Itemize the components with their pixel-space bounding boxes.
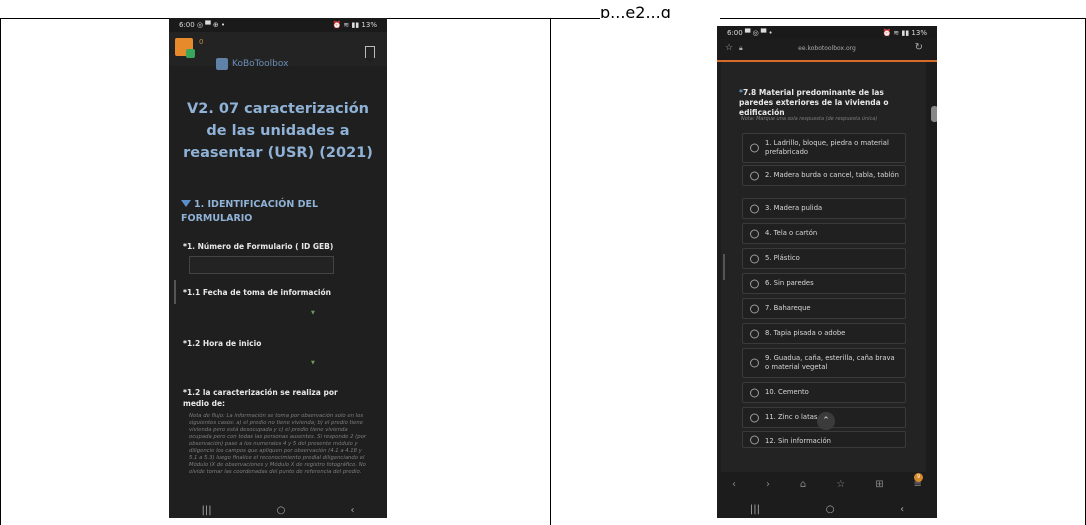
browser-url-bar[interactable]: ☆ 🔒︎ ee.kobotoolbox.org ↻ <box>717 39 937 59</box>
browser-bookmark-icon[interactable]: ☆ <box>836 479 845 490</box>
status-time: 6:00 <box>179 21 195 29</box>
pending-count: 0 <box>199 38 204 46</box>
radio-icon[interactable] <box>750 329 759 338</box>
form-title: V2. 07 caracterización de las unidades a… <box>183 101 373 161</box>
menu-badge: 9 <box>914 473 923 482</box>
status-time: 6:00 <box>727 29 743 37</box>
question-start-time: *1.2 Hora de inicio <box>183 339 262 348</box>
left-border <box>0 18 1 525</box>
option-4[interactable]: 4. Tela o cartón <box>742 223 906 244</box>
question-date: *1.1 Fecha de toma de información <box>183 288 331 297</box>
android-nav-bar: ||| ○ ‹ <box>717 501 937 517</box>
radio-icon[interactable] <box>750 358 759 368</box>
option-9[interactable]: 9. Guadua, caña, esterilla, caña brava o… <box>742 348 906 378</box>
phone-screen-wall-material: 6:00 ▀ ◎ ▀ • ⏰ ≋ ▮▮ 13% ☆ 🔒︎ ee.kobotool… <box>717 26 937 518</box>
home-icon[interactable]: ○ <box>277 505 286 516</box>
question-method: *1.2 la caracterización se realiza por m… <box>183 388 338 408</box>
back-icon[interactable]: ‹ <box>900 504 904 515</box>
url-text[interactable]: ee.kobotoolbox.org <box>798 45 856 52</box>
option-10[interactable]: 10. Cemento <box>742 382 906 403</box>
date-picker-arrow-icon[interactable]: ▼ <box>311 310 315 316</box>
option-7[interactable]: 7. Bahareque <box>742 298 906 319</box>
status-bar: 6:00 ▀ ◎ ▀ • ⏰ ≋ ▮▮ 13% <box>717 26 937 40</box>
browser-home-icon[interactable]: ⌂ <box>800 479 806 490</box>
browser-tabs-icon[interactable]: ⊞ <box>875 479 883 490</box>
kobo-logo-icon <box>216 58 228 70</box>
question-hint: Nota: Marque una sola respuesta (de resp… <box>741 116 878 122</box>
status-bar: 6:00 ◎ ▀ ⊕ • ⏰ ≋ ▮▮ 13% <box>169 18 387 32</box>
recent-apps-icon[interactable]: ||| <box>750 504 760 515</box>
radio-icon[interactable] <box>750 435 759 444</box>
option-1[interactable]: 1. Ladrillo, bloque, piedra o material p… <box>742 133 906 163</box>
option-6[interactable]: 6. Sin paredes <box>742 273 906 294</box>
collapse-triangle-icon[interactable] <box>181 200 191 207</box>
top-border-right <box>720 18 1086 19</box>
browser-toolbar: ‹ › ⌂ ☆ ⊞ ≡ 9 <box>717 472 937 496</box>
section-title: 1. IDENTIFICACIÓN DEL FORMULARIO <box>181 199 319 224</box>
system-status-icons: ⏰ ≋ ▮▮ 13% <box>332 21 377 29</box>
radio-icon[interactable] <box>750 388 759 397</box>
kobo-logo: KoBoToolbox <box>216 58 288 70</box>
star-icon[interactable]: ☆ <box>725 43 733 53</box>
focus-marker <box>174 280 176 304</box>
browser-back-icon[interactable]: ‹ <box>732 479 736 490</box>
option-12[interactable]: 12. Sin información <box>742 431 906 448</box>
question-form-number: *1. Número de Formulario ( ID GEB) <box>183 242 334 251</box>
scroll-up-icon[interactable]: ⌃ <box>817 412 835 430</box>
focus-marker <box>723 254 725 280</box>
system-status-icons: ⏰ ≋ ▮▮ 13% <box>882 29 927 37</box>
option-8[interactable]: 8. Tapia pisada o adobe <box>742 323 906 344</box>
radio-icon[interactable] <box>750 229 759 238</box>
back-icon[interactable]: ‹ <box>350 505 354 516</box>
section-header[interactable]: 1. IDENTIFICACIÓN DEL FORMULARIO <box>181 198 371 226</box>
flow-note: Nota de flujo: La información se toma po… <box>189 413 367 475</box>
radio-icon[interactable] <box>750 304 759 313</box>
bookmark-icon[interactable] <box>365 46 375 63</box>
radio-icon[interactable] <box>750 254 759 263</box>
radio-icon[interactable] <box>750 171 759 180</box>
logo-text: KoBoToolbox <box>232 59 289 69</box>
radio-icon[interactable] <box>750 204 759 213</box>
scrollbar-thumb[interactable] <box>931 106 937 122</box>
option-3[interactable]: 3. Madera pulida <box>742 198 906 219</box>
notification-icons: ▀ ◎ ▀ • <box>744 29 773 37</box>
home-icon[interactable]: ○ <box>826 504 835 515</box>
notification-icons: ◎ ▀ ⊕ • <box>196 21 226 29</box>
lock-icon: 🔒︎ <box>739 44 743 52</box>
radio-icon[interactable] <box>750 413 759 422</box>
radio-icon[interactable] <box>750 279 759 288</box>
cropped-header-text: p...e2...g <box>600 3 671 18</box>
radio-icon[interactable] <box>750 143 759 153</box>
center-divider <box>550 18 551 525</box>
question-wall-material: *7.8 Material predominante de las parede… <box>739 88 889 117</box>
option-5[interactable]: 5. Plástico <box>742 248 906 269</box>
reload-icon[interactable]: ↻ <box>915 42 923 53</box>
phone-screen-form-start: 6:00 ◎ ▀ ⊕ • ⏰ ≋ ▮▮ 13% 0 KoBoToolbox V2… <box>169 18 387 518</box>
browser-forward-icon[interactable]: › <box>766 479 770 490</box>
recent-apps-icon[interactable]: ||| <box>202 505 212 516</box>
pending-submissions-icon[interactable] <box>175 38 195 58</box>
android-nav-bar: ||| ○ ‹ <box>169 502 387 518</box>
form-number-input[interactable] <box>189 256 334 274</box>
option-2[interactable]: 2. Madera burda o cancel, tabla, tablón <box>742 165 906 186</box>
time-picker-arrow-icon[interactable]: ▼ <box>311 360 315 366</box>
